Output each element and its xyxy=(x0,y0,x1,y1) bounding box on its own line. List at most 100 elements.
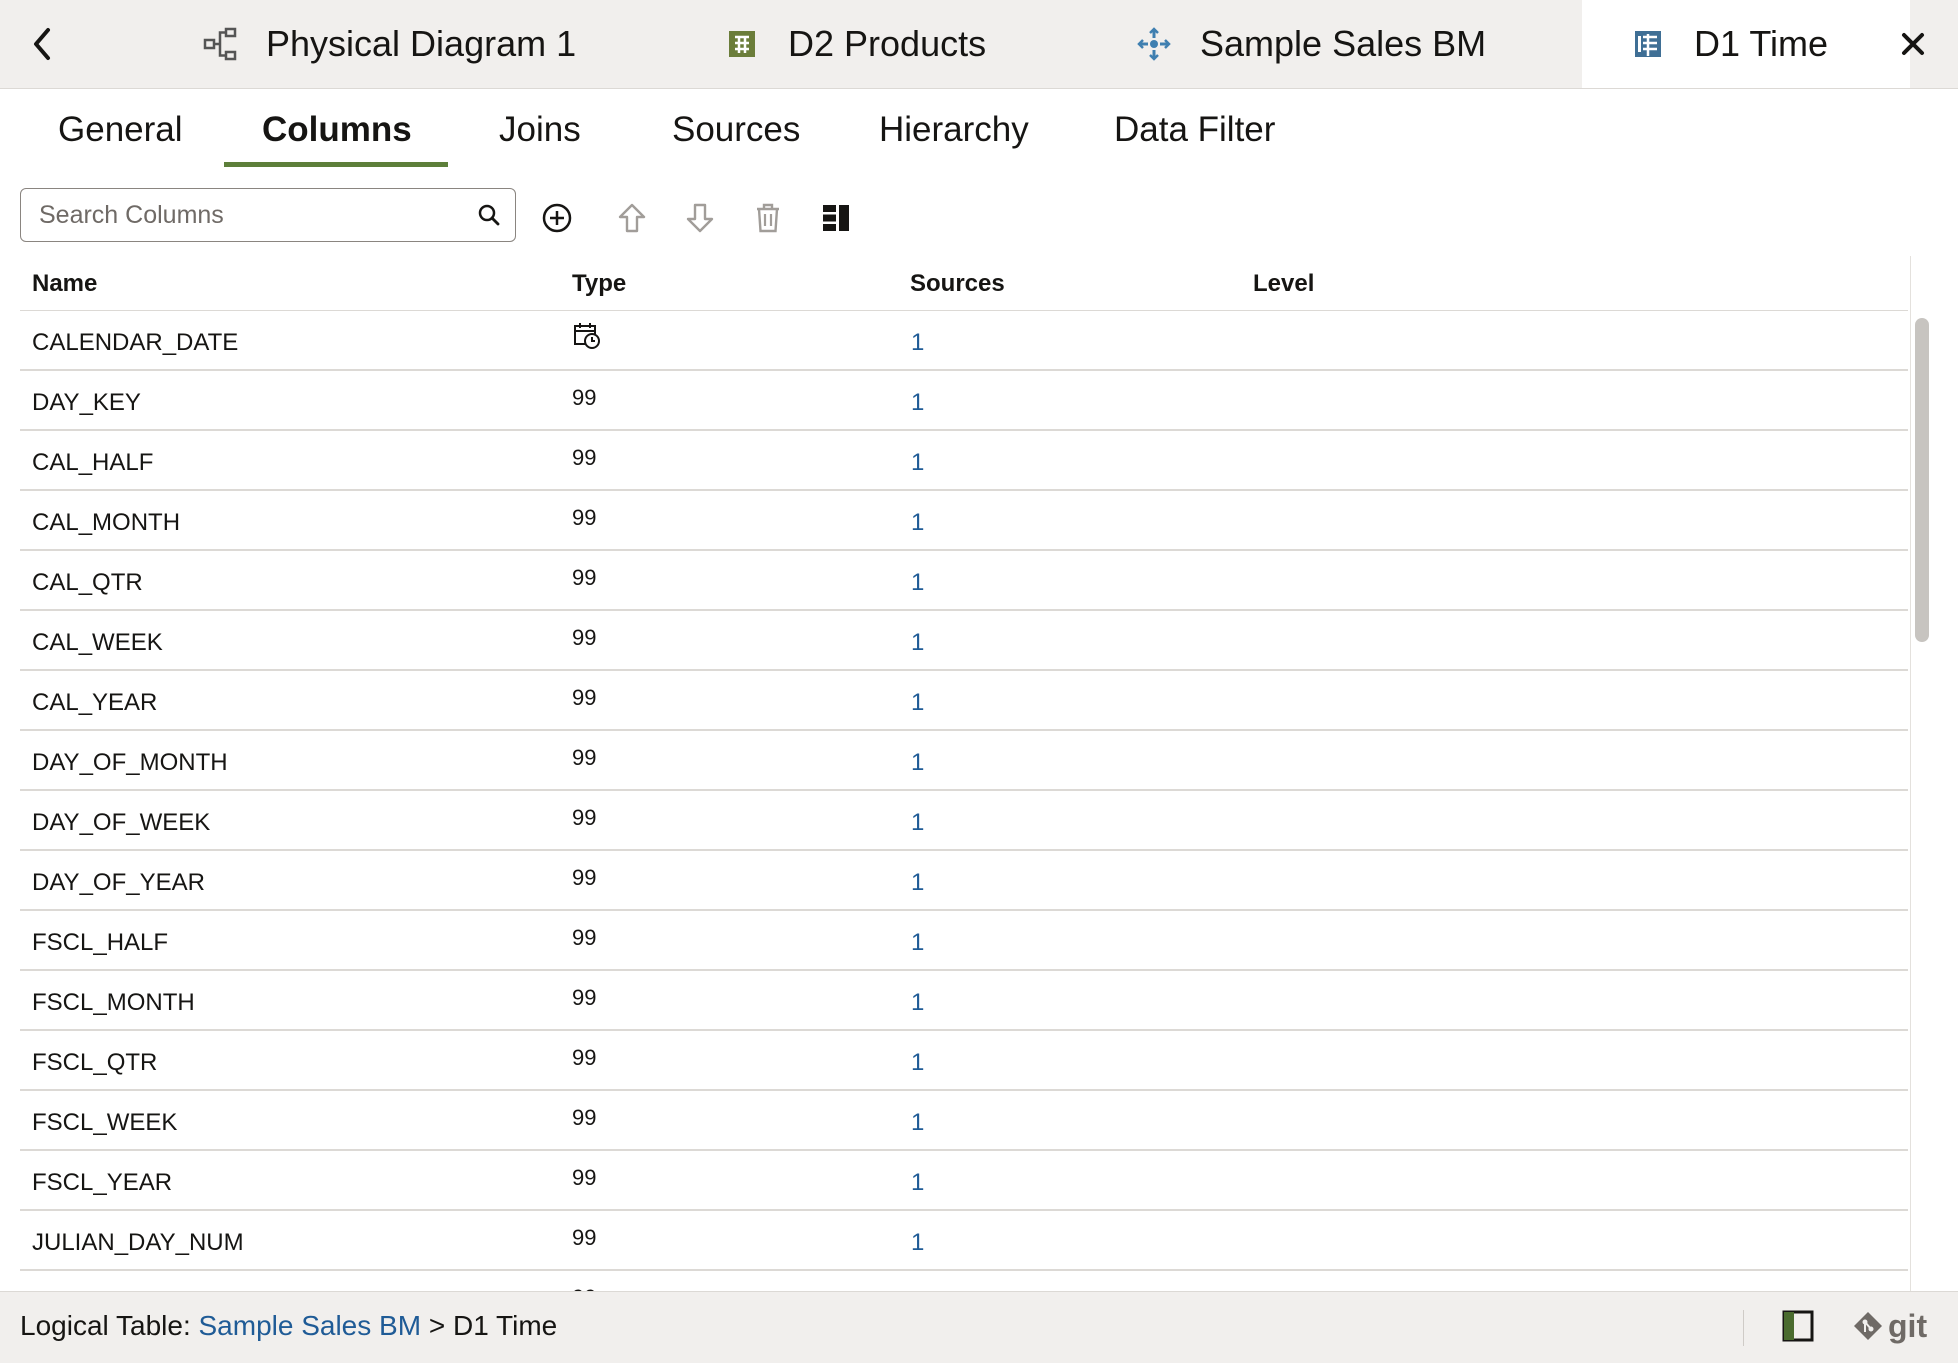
numeric-type-label: 99 xyxy=(572,865,597,890)
cell-sources-link[interactable]: 1 xyxy=(911,1169,924,1197)
tab-data-filter[interactable]: Data Filter xyxy=(1114,110,1275,168)
cell-sources-link[interactable]: 1 xyxy=(911,389,924,417)
cell-sources-link[interactable]: 1 xyxy=(911,1109,924,1137)
grid-header-row: Name Type Sources Level xyxy=(20,256,1908,311)
numeric-type-label: 99 xyxy=(572,1045,597,1070)
table-row[interactable]: DAY_KEY 99 1 xyxy=(20,371,1908,431)
column-header-type[interactable]: Type xyxy=(572,270,626,298)
doc-tab-d2-products[interactable]: D2 Products xyxy=(722,0,986,88)
table-row[interactable]: CAL_MONTH 99 1 xyxy=(20,491,1908,551)
numeric-type-label: 99 xyxy=(572,1165,597,1190)
delete-column-button[interactable] xyxy=(746,196,790,240)
cell-sources-link[interactable]: 1 xyxy=(911,1229,924,1257)
search-columns-input[interactable] xyxy=(37,189,461,242)
cell-column-name: CAL_MONTH xyxy=(32,509,181,536)
tab-columns[interactable]: Columns xyxy=(262,110,412,168)
table-row[interactable]: DAY_OF_YEAR 99 1 xyxy=(20,851,1908,911)
cell-sources-link[interactable]: 1 xyxy=(911,449,924,477)
add-circle-icon xyxy=(542,203,572,233)
tab-general[interactable]: General xyxy=(58,110,183,168)
breadcrumb: Logical Table: Sample Sales BM > D1 Time xyxy=(20,1310,557,1342)
layout-columns-icon xyxy=(823,205,849,231)
move-up-button[interactable] xyxy=(610,196,654,240)
close-icon xyxy=(1902,33,1924,55)
back-button[interactable] xyxy=(22,22,62,66)
add-column-button[interactable] xyxy=(535,196,579,240)
cell-sources-link[interactable]: 1 xyxy=(911,929,924,957)
tab-sources[interactable]: Sources xyxy=(672,110,800,168)
column-header-sources[interactable]: Sources xyxy=(910,270,1005,298)
arrow-down-icon xyxy=(686,203,714,233)
business-model-icon xyxy=(1134,24,1174,64)
git-button[interactable]: git xyxy=(1852,1306,1927,1346)
column-header-level[interactable]: Level xyxy=(1253,270,1314,298)
numeric-type-label: 99 xyxy=(572,925,597,950)
cell-column-name: FSCL_QTR xyxy=(32,1049,158,1076)
table-row[interactable]: FSCL_WEEK 99 1 xyxy=(20,1091,1908,1151)
grid-body: CALENDAR_DATE 1 DAY_KEY 99 1 CAL_HALF 99 1 CAL_M… xyxy=(20,311,1908,1291)
numeric-type-label: 99 xyxy=(572,1225,597,1250)
cell-column-name: DAY_KEY xyxy=(32,389,141,416)
breadcrumb-link-business-model[interactable]: Sample Sales BM xyxy=(199,1310,422,1341)
cell-column-name: CAL_WEEK xyxy=(32,629,163,656)
grid-scrollbar-thumb[interactable] xyxy=(1915,318,1929,642)
cell-sources-link[interactable]: 1 xyxy=(911,1049,924,1077)
move-down-button[interactable] xyxy=(678,196,722,240)
table-row[interactable]: CAL_WEEK 99 1 xyxy=(20,611,1908,671)
cell-sources-link[interactable]: 1 xyxy=(911,809,924,837)
numeric-type-label: 99 xyxy=(572,385,597,410)
tab-hierarchy[interactable]: Hierarchy xyxy=(879,110,1029,168)
table-row[interactable]: CAL_YEAR 99 1 xyxy=(20,671,1908,731)
cell-sources-link[interactable]: 1 xyxy=(911,869,924,897)
breadcrumb-separator: > xyxy=(421,1310,453,1341)
doc-tab-sample-sales-bm[interactable]: Sample Sales BM xyxy=(1134,0,1486,88)
search-columns-box xyxy=(20,188,516,242)
cell-column-name: CAL_QTR xyxy=(32,569,143,596)
chevron-left-icon xyxy=(34,28,50,60)
doc-tab-d1-time[interactable]: D1 Time xyxy=(1582,0,1910,88)
table-row[interactable]: FSCL_YEAR 99 1 xyxy=(20,1151,1908,1211)
cell-column-name: FSCL_MONTH xyxy=(32,989,195,1016)
cell-column-name: JULIAN_DAY_NUM xyxy=(32,1229,244,1256)
logical-table-icon xyxy=(1628,24,1668,64)
column-header-name[interactable]: Name xyxy=(32,270,97,298)
table-row[interactable]: CAL_QTR 99 1 xyxy=(20,551,1908,611)
cell-sources-link[interactable]: 1 xyxy=(911,749,924,777)
cell-sources-link[interactable]: 1 xyxy=(911,509,924,537)
active-tab-indicator xyxy=(224,162,448,167)
cell-sources-link[interactable]: 1 xyxy=(911,989,924,1017)
table-row[interactable]: CAL_HALF 99 1 xyxy=(20,431,1908,491)
numeric-type-label: 99 xyxy=(572,985,597,1010)
cell-column-name: FSCL_YEAR xyxy=(32,1169,173,1196)
numeric-type-label: 99 xyxy=(572,565,597,590)
table-row[interactable]: FSCL_HALF 99 1 xyxy=(20,911,1908,971)
columns-grid: Name Type Sources Level xyxy=(20,256,1908,311)
cell-column-name: FSCL_WEEK xyxy=(32,1109,178,1136)
doc-tab-physical-diagram[interactable]: Physical Diagram 1 xyxy=(200,0,576,88)
cell-column-name: CAL_HALF xyxy=(32,449,154,476)
table-row[interactable]: DAY_OF_WEEK 99 1 xyxy=(20,791,1908,851)
doc-tab-label: Sample Sales BM xyxy=(1200,23,1487,64)
date-time-icon xyxy=(572,321,602,357)
cell-column-name: CAL_YEAR xyxy=(32,689,158,716)
document-tab-strip: Physical Diagram 1 D2 Products Sample Sa… xyxy=(0,0,1958,89)
cell-sources-link[interactable]: 1 xyxy=(911,629,924,657)
column-layout-button[interactable] xyxy=(814,196,858,240)
cell-sources-link[interactable]: 1 xyxy=(911,569,924,597)
table-row[interactable]: FSCL_MONTH 99 1 xyxy=(20,971,1908,1031)
panel-toggle-icon[interactable] xyxy=(1780,1308,1816,1344)
search-icon[interactable] xyxy=(477,203,501,227)
editor-tab-bar: General Columns Joins Sources Hierarchy … xyxy=(0,88,1958,170)
close-tab-button[interactable] xyxy=(1894,24,1932,64)
table-row[interactable]: FSCL_QTR 99 1 xyxy=(20,1031,1908,1091)
numeric-type-label: 99 xyxy=(572,1105,597,1130)
cell-sources-link[interactable]: 1 xyxy=(911,689,924,717)
table-row[interactable]: JULIAN_MONTH_NUM991 xyxy=(20,1271,1908,1291)
table-row[interactable]: JULIAN_DAY_NUM 99 1 xyxy=(20,1211,1908,1271)
table-row[interactable]: DAY_OF_MONTH 99 1 xyxy=(20,731,1908,791)
cell-sources-link[interactable]: 1 xyxy=(911,329,924,357)
table-row[interactable]: CALENDAR_DATE 1 xyxy=(20,311,1908,371)
doc-tab-label: D1 Time xyxy=(1694,23,1829,64)
tab-joins[interactable]: Joins xyxy=(499,110,581,168)
cell-column-name: DAY_OF_MONTH xyxy=(32,749,228,776)
